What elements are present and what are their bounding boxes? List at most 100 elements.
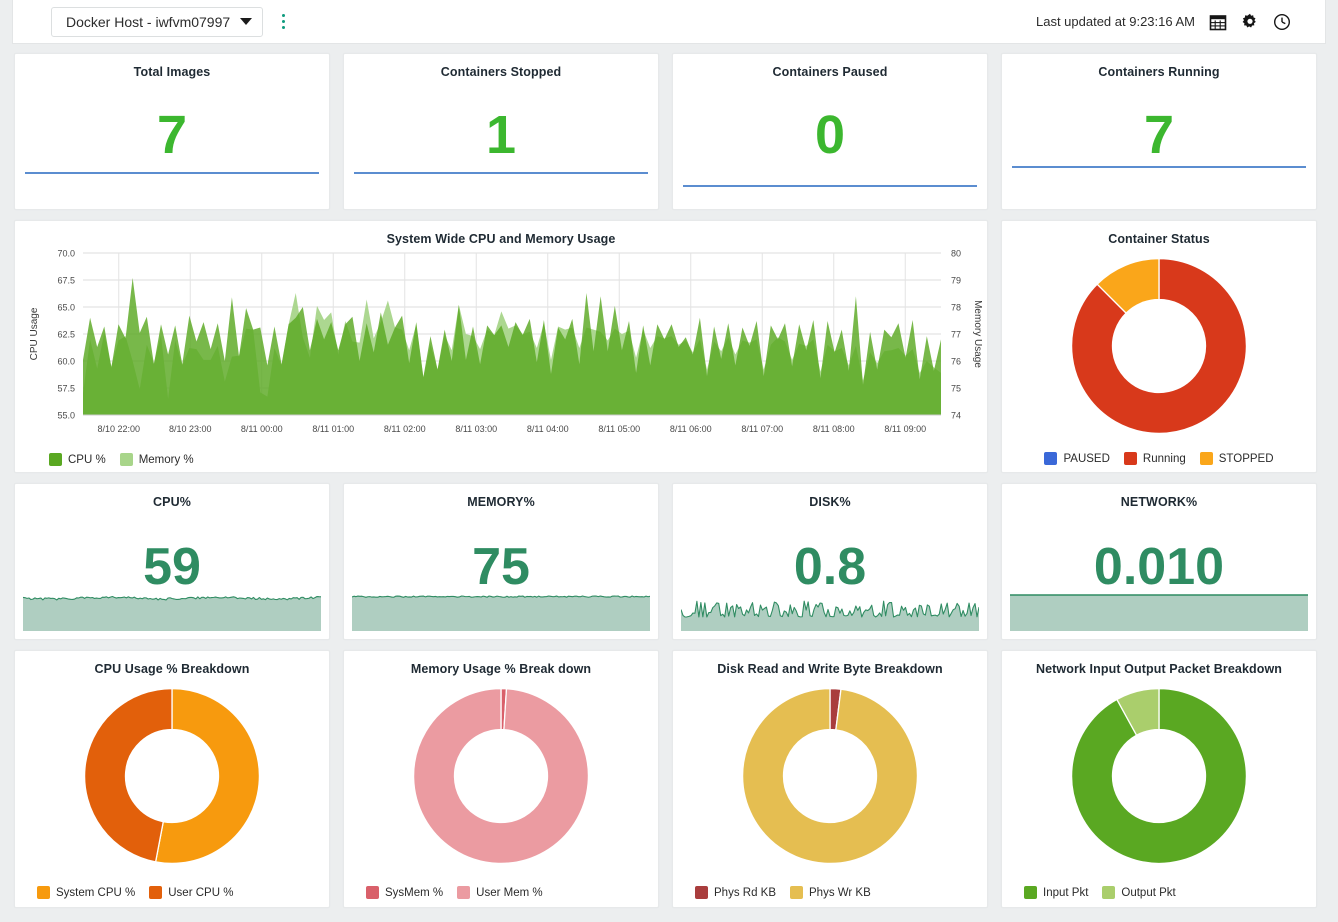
legend-label: Phys Wr KB — [809, 886, 871, 899]
legend-swatch — [457, 886, 471, 899]
metric-value: 59 — [143, 538, 201, 596]
legend-label: Input Pkt — [1043, 886, 1089, 899]
chart-legend: CPU % Memory % — [15, 453, 987, 466]
kpi-value: 7 — [1143, 105, 1175, 165]
chart-card-memory-breakdown: Memory Usage % Break down SysMem % User … — [343, 650, 659, 908]
legend-item-output-pkt[interactable]: Output Pkt — [1102, 886, 1176, 899]
kpi-card-containers-paused[interactable]: Containers Paused 0 — [672, 53, 988, 210]
legend-item-phys-wr[interactable]: Phys Wr KB — [790, 886, 871, 899]
sparkline-cpu — [23, 591, 321, 631]
chart-legend: PAUSED Running STOPPED — [1002, 452, 1316, 465]
svg-text:74: 74 — [951, 411, 961, 421]
kpi-card-containers-running[interactable]: Containers Running 7 — [1001, 53, 1317, 210]
metric-title: DISK% — [809, 495, 851, 509]
svg-text:62.5: 62.5 — [57, 330, 75, 340]
legend-label: System CPU % — [56, 886, 136, 899]
legend-item-phys-rd[interactable]: Phys Rd KB — [695, 886, 776, 899]
metric-card-memory[interactable]: MEMORY% 75 — [343, 483, 659, 640]
svg-text:70.0: 70.0 — [57, 249, 75, 259]
metric-card-network[interactable]: NETWORK% 0.010 — [1001, 483, 1317, 640]
host-selector-dropdown[interactable]: Docker Host - iwfvm07997 — [51, 6, 264, 37]
kpi-value: 7 — [156, 105, 188, 165]
svg-text:65.0: 65.0 — [57, 303, 75, 313]
chart-title: Container Status — [1108, 232, 1210, 246]
kpi-card-containers-stopped[interactable]: Containers Stopped 1 — [343, 53, 659, 210]
legend-swatch — [1044, 452, 1058, 465]
svg-text:8/11 01:00: 8/11 01:00 — [312, 424, 354, 434]
kpi-underline-bar — [683, 185, 977, 187]
chart-card-cpu-breakdown: CPU Usage % Breakdown System CPU % User … — [14, 650, 330, 908]
svg-text:8/11 04:00: 8/11 04:00 — [527, 424, 569, 434]
chart-card-disk-breakdown: Disk Read and Write Byte Breakdown Phys … — [672, 650, 988, 908]
kpi-title: Containers Paused — [772, 65, 888, 79]
svg-text:78: 78 — [951, 303, 961, 313]
chart-title: Network Input Output Packet Breakdown — [1035, 662, 1283, 676]
svg-text:CPU Usage: CPU Usage — [29, 307, 40, 360]
legend-swatch — [1199, 452, 1213, 465]
legend-label: Memory % — [138, 453, 194, 466]
legend-item-system-cpu[interactable]: System CPU % — [37, 886, 135, 899]
svg-text:8/11 02:00: 8/11 02:00 — [384, 424, 426, 434]
legend-label: STOPPED — [1218, 452, 1274, 465]
svg-text:76: 76 — [951, 357, 961, 367]
legend-item-stopped[interactable]: STOPPED — [1199, 452, 1274, 465]
kpi-underline-bar — [25, 172, 319, 174]
legend-item-usermem[interactable]: User Mem % — [457, 886, 543, 899]
donut-network-breakdown[interactable] — [1002, 679, 1316, 873]
svg-text:57.5: 57.5 — [57, 384, 75, 394]
kpi-title: Containers Running — [1098, 65, 1220, 79]
calendar-icon[interactable] — [1209, 13, 1227, 31]
kpi-underline-bar — [354, 172, 648, 174]
legend-label: Phys Rd KB — [714, 886, 776, 899]
legend-label: Output Pkt — [1121, 886, 1176, 899]
legend-swatch — [695, 886, 708, 899]
kpi-value: 0 — [814, 105, 846, 165]
legend-item-user-cpu[interactable]: User CPU % — [149, 886, 233, 899]
legend-label: Running — [1142, 452, 1186, 465]
legend-item-running[interactable]: Running — [1123, 452, 1186, 465]
donut-memory-breakdown[interactable] — [344, 679, 658, 873]
svg-text:8/10 22:00: 8/10 22:00 — [97, 424, 140, 434]
metric-title: NETWORK% — [1120, 495, 1198, 509]
donut-disk-breakdown[interactable] — [673, 679, 987, 873]
clock-icon[interactable] — [1273, 13, 1291, 31]
legend-swatch — [366, 886, 379, 899]
donut-container-status[interactable] — [1002, 251, 1316, 440]
sparkline-disk — [681, 591, 979, 631]
metric-card-cpu[interactable]: CPU% 59 — [14, 483, 330, 640]
legend-item-input-pkt[interactable]: Input Pkt — [1024, 886, 1088, 899]
chart-title: Disk Read and Write Byte Breakdown — [717, 662, 943, 676]
dashboard-toolbar: Docker Host - iwfvm07997 Last updated at… — [12, 0, 1326, 44]
kebab-menu-icon[interactable] — [275, 11, 291, 33]
combo-chart[interactable]: 55.0 74 57.5 75 60.0 76 62.5 77 65.0 78 67.5 79 70.0… — [15, 221, 987, 472]
legend-label: PAUSED — [1063, 452, 1110, 465]
svg-text:60.0: 60.0 — [57, 357, 75, 367]
metric-value: 75 — [472, 538, 530, 596]
metric-title: CPU% — [153, 495, 191, 509]
legend-swatch — [37, 886, 50, 899]
metric-card-disk[interactable]: DISK% 0.8 — [672, 483, 988, 640]
svg-text:8/11 09:00: 8/11 09:00 — [884, 424, 926, 434]
sparkline-memory — [352, 591, 650, 631]
gear-icon[interactable] — [1241, 13, 1259, 31]
legend-swatch — [1024, 886, 1037, 899]
metric-value: 0.010 — [1093, 538, 1225, 596]
svg-text:55.0: 55.0 — [57, 411, 75, 421]
chart-legend: SysMem % User Mem % — [344, 886, 658, 899]
last-updated-label: Last updated at 9:23:16 AM — [1035, 14, 1195, 29]
legend-label: User CPU % — [168, 886, 234, 899]
metric-title: MEMORY% — [467, 495, 535, 509]
donut-cpu-breakdown[interactable] — [15, 679, 329, 873]
toolbar-right-group: Last updated at 9:23:16 AM — [1036, 13, 1313, 31]
chart-card-network-breakdown: Network Input Output Packet Breakdown In… — [1001, 650, 1317, 908]
kpi-title: Containers Stopped — [440, 65, 562, 79]
chevron-down-icon — [240, 18, 253, 25]
legend-item-sysmem[interactable]: SysMem % — [366, 886, 443, 899]
svg-text:80: 80 — [951, 249, 961, 259]
legend-item-memory[interactable]: Memory % — [119, 453, 194, 466]
svg-text:75: 75 — [951, 384, 961, 394]
kpi-card-total-images[interactable]: Total Images 7 — [14, 53, 330, 210]
legend-item-cpu[interactable]: CPU % — [49, 453, 106, 466]
legend-item-paused[interactable]: PAUSED — [1044, 452, 1110, 465]
kpi-underline-bar — [1012, 166, 1306, 168]
